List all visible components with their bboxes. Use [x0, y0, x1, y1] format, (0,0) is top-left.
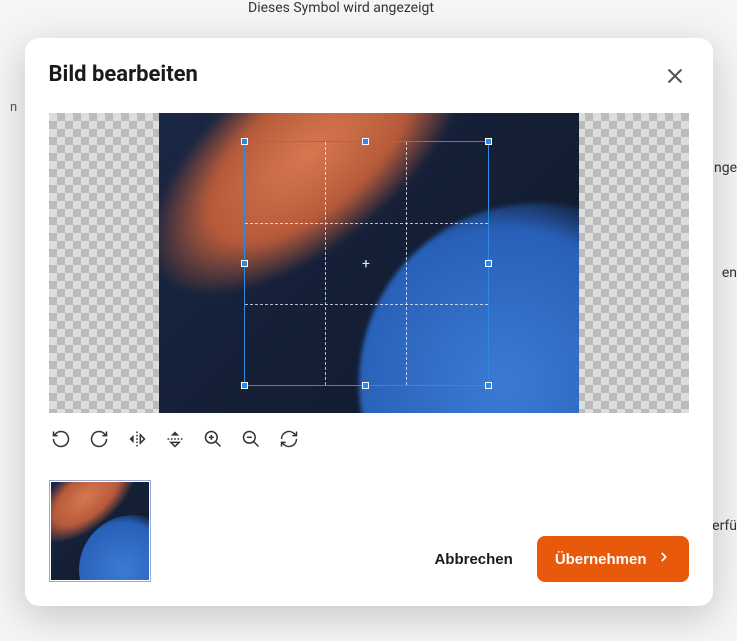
cancel-button[interactable]: Abbrechen: [426, 539, 520, 580]
crop-toolbar: [49, 427, 689, 454]
zoom-in-button[interactable]: [201, 427, 225, 454]
crop-handle-mid-right[interactable]: [485, 260, 492, 267]
crop-handle-top-left[interactable]: [241, 138, 248, 145]
apply-button-label: Übernehmen: [555, 551, 647, 568]
flip-vertical-button[interactable]: [163, 427, 187, 454]
crop-handle-top-mid[interactable]: [362, 138, 369, 145]
modal-overlay: Bild bearbeiten +: [0, 0, 737, 641]
flip-horizontal-button[interactable]: [125, 427, 149, 454]
close-icon: [665, 66, 685, 89]
reset-button[interactable]: [277, 427, 301, 454]
rotate-right-icon: [89, 429, 109, 452]
crop-handle-bottom-right[interactable]: [485, 382, 492, 389]
crop-handle-top-right[interactable]: [485, 138, 492, 145]
zoom-out-icon: [241, 429, 261, 452]
flip-vertical-icon: [165, 429, 185, 452]
reset-icon: [279, 429, 299, 452]
rotate-left-icon: [51, 429, 71, 452]
action-buttons: Abbrechen Übernehmen: [426, 536, 688, 582]
crop-center-marker: +: [362, 257, 370, 271]
crop-canvas[interactable]: +: [49, 113, 689, 413]
crop-handle-bottom-mid[interactable]: [362, 382, 369, 389]
rotate-left-button[interactable]: [49, 427, 73, 454]
apply-button[interactable]: Übernehmen: [537, 536, 689, 582]
crop-handle-bottom-left[interactable]: [241, 382, 248, 389]
modal-footer: Abbrechen Übernehmen: [49, 480, 689, 582]
zoom-in-icon: [203, 429, 223, 452]
crop-selection[interactable]: +: [244, 141, 489, 386]
image-edit-modal: Bild bearbeiten +: [25, 38, 713, 606]
close-button[interactable]: [661, 62, 689, 93]
modal-title: Bild bearbeiten: [49, 62, 198, 87]
zoom-out-button[interactable]: [239, 427, 263, 454]
flip-horizontal-icon: [127, 429, 147, 452]
chevron-right-icon: [657, 550, 671, 568]
crop-preview-thumbnail[interactable]: [49, 480, 151, 582]
crop-handle-mid-left[interactable]: [241, 260, 248, 267]
rotate-right-button[interactable]: [87, 427, 111, 454]
modal-header: Bild bearbeiten: [49, 62, 689, 93]
